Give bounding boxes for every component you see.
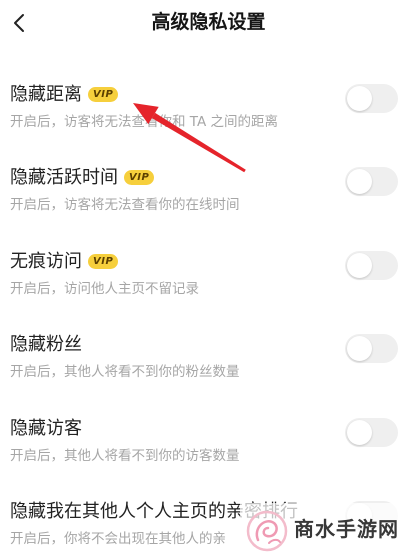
watermark-logo — [246, 510, 288, 552]
page-title: 高级隐私设置 — [151, 11, 266, 33]
setting-description: 开启后，其他人将看不到你的粉丝数量 — [10, 364, 240, 380]
setting-description: 开启后，访客将无法查看你和 TA 之间的距离 — [10, 114, 279, 130]
setting-title: 隐藏活跃时间 VIP — [10, 167, 155, 189]
setting-description: 开启后，访客将无法查看你的在线时间 — [10, 197, 240, 213]
setting-title: 隐藏粉丝 — [10, 334, 82, 356]
hide-distance-toggle[interactable] — [345, 84, 398, 113]
watermark: 商水手游网 — [240, 503, 417, 558]
setting-row-invisible-visit: 无痕访问 VIP 开启后，访问他人主页不留记录 — [0, 251, 417, 311]
setting-label: 无痕访问 — [10, 251, 82, 272]
toggle-knob — [347, 336, 372, 361]
setting-description: 开启后，访问他人主页不留记录 — [10, 281, 199, 297]
setting-row-hide-active-time: 隐藏活跃时间 VIP 开启后，访客将无法查看你的在线时间 — [0, 167, 417, 227]
vip-badge: VIP — [88, 254, 119, 269]
toggle-knob — [347, 169, 372, 194]
watermark-text: 商水手游网 — [294, 517, 399, 541]
toggle-knob — [347, 86, 372, 111]
setting-title: 隐藏访客 — [10, 418, 82, 440]
setting-description: 开启后，其他人将看不到你的访客数量 — [10, 448, 240, 464]
setting-label: 隐藏距离 — [10, 84, 82, 105]
setting-label: 隐藏粉丝 — [10, 334, 82, 355]
setting-label: 隐藏访客 — [10, 418, 82, 439]
vip-badge: VIP — [88, 87, 119, 102]
setting-description: 开启后，你将不会出现在其他人的亲 — [10, 531, 226, 547]
setting-label: 隐藏活跃时间 — [10, 167, 118, 188]
vip-badge: VIP — [124, 170, 155, 185]
hide-followers-toggle[interactable] — [345, 334, 398, 363]
setting-row-hide-distance: 隐藏距离 VIP 开启后，访客将无法查看你和 TA 之间的距离 — [0, 84, 417, 144]
hide-visitors-toggle[interactable] — [345, 418, 398, 447]
invisible-visit-toggle[interactable] — [345, 251, 398, 280]
toggle-knob — [347, 253, 372, 278]
setting-title: 隐藏距离 VIP — [10, 84, 119, 106]
hide-active-time-toggle[interactable] — [345, 167, 398, 196]
advanced-privacy-settings-page: 高级隐私设置 隐藏距离 VIP 开启后，访客将无法查看你和 TA 之间的距离 隐藏… — [0, 0, 417, 558]
setting-title: 无痕访问 VIP — [10, 251, 119, 273]
toggle-knob — [347, 420, 372, 445]
setting-row-hide-followers: 隐藏粉丝 开启后，其他人将看不到你的粉丝数量 — [0, 334, 417, 394]
header: 高级隐私设置 — [0, 0, 417, 46]
setting-row-hide-visitors: 隐藏访客 开启后，其他人将看不到你的访客数量 — [0, 418, 417, 478]
